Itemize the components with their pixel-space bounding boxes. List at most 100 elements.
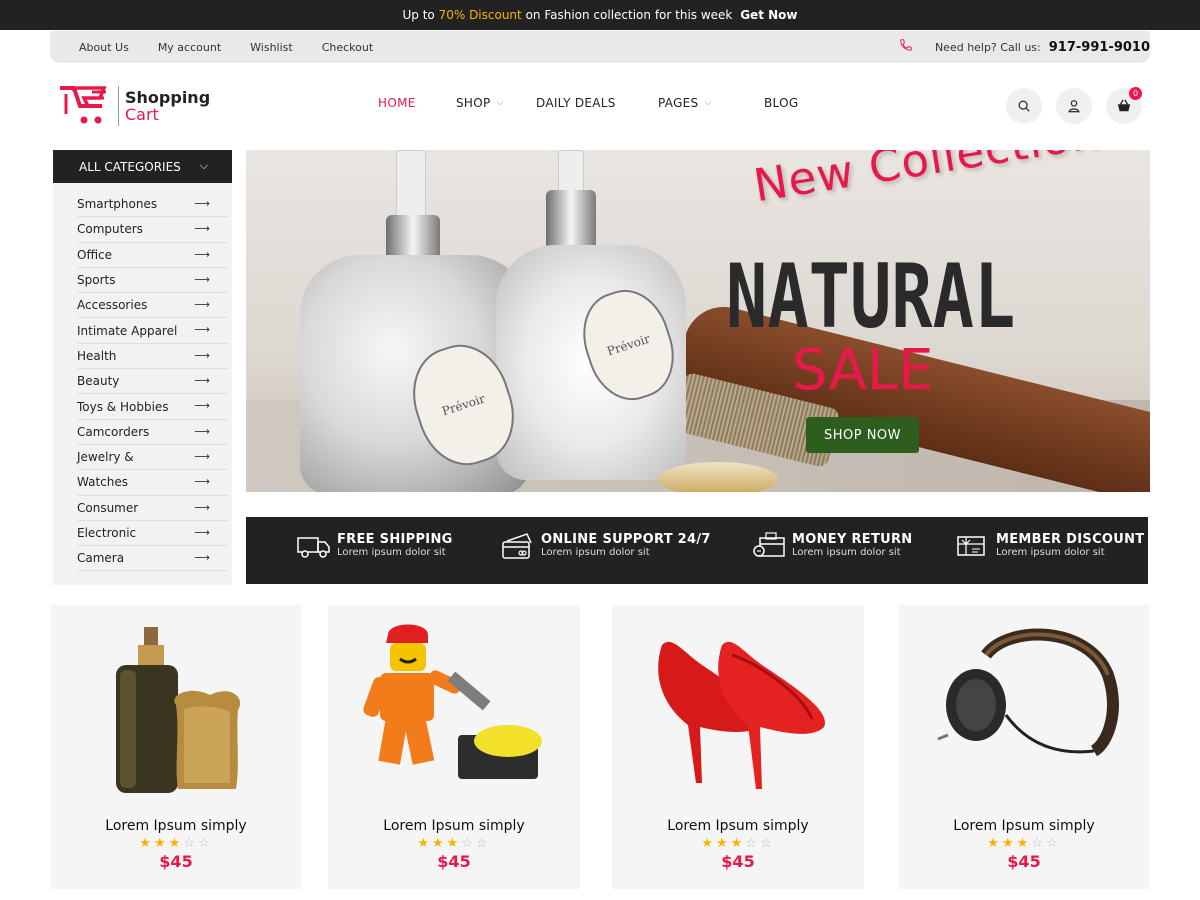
category-item[interactable]: Health ⟶ (77, 344, 228, 370)
category-item[interactable]: Jewelry & ⟶ (77, 445, 228, 471)
features-strip: FREE SHIPPING Lorem ipsum dolor sit ONLI… (246, 517, 1148, 584)
feature-title: MONEY RETURN (792, 532, 913, 547)
category-label: Toys & Hobbies (77, 399, 169, 414)
cart-button[interactable]: 0 (1106, 87, 1142, 124)
category-item[interactable]: Computers ⟶ (77, 217, 228, 243)
arrow-right-icon: ⟶ (194, 222, 210, 236)
product-rating: ★★★☆☆ (898, 836, 1150, 851)
wishlist-link[interactable]: Wishlist (250, 41, 293, 54)
category-item[interactable]: Camera ⟶ (77, 546, 228, 572)
logo[interactable]: Shopping Cart (58, 84, 210, 128)
category-item[interactable]: Electronic ⟶ (77, 521, 228, 547)
category-label: Beauty (77, 374, 120, 389)
chevron-down-icon: ⌵ (199, 159, 208, 172)
product-image-headphones (937, 628, 1119, 757)
product-price: $45 (437, 852, 471, 871)
nav-pages[interactable]: PAGES ⌵ (658, 96, 764, 110)
account-button[interactable] (1056, 88, 1092, 124)
nav-daily-deals[interactable]: DAILY DEALS (536, 96, 658, 110)
category-item[interactable]: Camcorders ⟶ (77, 420, 228, 445)
hero-pump-1 (396, 150, 426, 220)
category-item[interactable]: Accessories ⟶ (77, 293, 228, 319)
feature-subtitle: Lorem ipsum dolor sit (996, 547, 1105, 558)
categories-title: ALL CATEGORIES (79, 159, 181, 174)
product-image-toy (363, 624, 542, 779)
hero-headline-natural: NATURAL (726, 245, 1016, 348)
checkout-link[interactable]: Checkout (322, 41, 373, 54)
hero-jar (658, 462, 778, 492)
feature-free-shipping: FREE SHIPPING Lorem ipsum dolor sit (297, 532, 453, 560)
credit-card-icon (502, 533, 532, 559)
arrow-right-icon: ⟶ (194, 475, 210, 489)
nav-shop[interactable]: SHOP ⌵ (456, 96, 536, 110)
category-label: Intimate Apparel (77, 323, 178, 338)
star-filled-icon: ★★★ (139, 836, 184, 851)
product-card[interactable]: Lorem Ipsum simply ★★★☆☆ $45 (328, 605, 580, 889)
announcement-suffix: on Fashion collection for this week (521, 8, 737, 22)
category-label: Jewelry & (77, 450, 134, 465)
product-card[interactable]: Lorem Ipsum simply ★★★☆☆ $45 (898, 605, 1150, 889)
announcement-bar: Up to 70% Discount on Fashion collection… (0, 0, 1200, 30)
product-price: $45 (159, 852, 193, 871)
star-filled-icon: ★★★ (701, 836, 746, 851)
star-empty-icon: ☆☆ (745, 836, 775, 851)
nav-blog-label: BLOG (764, 96, 799, 110)
hero-pump-2 (558, 150, 584, 195)
nav-home-label: HOME (378, 96, 416, 110)
star-empty-icon: ☆☆ (461, 836, 491, 851)
hero-headline-new-collection: New Collection (750, 150, 1104, 213)
product-rating: ★★★☆☆ (328, 836, 580, 851)
category-label: Smartphones (77, 197, 158, 212)
product-card[interactable]: Lorem Ipsum simply ★★★☆☆ $45 (50, 605, 302, 889)
product-card[interactable]: Lorem Ipsum simply ★★★☆☆ $45 (612, 605, 864, 889)
category-item[interactable]: Watches ⟶ (77, 470, 228, 496)
help-label: Need help? Call us: (934, 40, 1041, 54)
product-price: $45 (721, 852, 755, 871)
user-icon (1068, 100, 1080, 113)
arrow-right-icon: ⟶ (194, 197, 210, 210)
announcement-highlight: 70% Discount (438, 8, 522, 22)
category-item[interactable]: Sports ⟶ (77, 268, 228, 294)
product-rating: ★★★☆☆ (612, 836, 864, 851)
arrow-right-icon: ⟶ (194, 374, 210, 388)
arrow-right-icon: ⟶ (194, 449, 210, 463)
chevron-down-icon: ⌵ (704, 98, 712, 108)
category-label: Camera (77, 551, 125, 566)
feature-title: ONLINE SUPPORT 24/7 (541, 532, 711, 547)
top-links: About Us My account Wishlist Checkout (50, 41, 402, 54)
gift-card-icon (957, 536, 985, 556)
help-contact: Need help? Call us: 917-991-9010 (899, 31, 1150, 63)
search-button[interactable] (1006, 88, 1042, 124)
category-label: Electronic (77, 526, 137, 540)
my-account-link[interactable]: My account (158, 41, 221, 54)
category-label: Sports (77, 273, 116, 288)
top-utility-bar: About Us My account Wishlist Checkout Ne… (50, 31, 1150, 63)
category-item[interactable]: Beauty ⟶ (77, 369, 228, 395)
nav-home[interactable]: HOME (378, 96, 456, 110)
arrow-right-icon: ⟶ (194, 399, 210, 413)
feature-subtitle: Lorem ipsum dolor sit (337, 547, 446, 558)
feature-title: MEMBER DISCOUNT (996, 532, 1145, 547)
category-item[interactable]: Intimate Apparel ⟶ (77, 318, 228, 344)
category-item[interactable]: Smartphones ⟶ (77, 192, 228, 218)
get-now-link[interactable]: Get Now (740, 8, 797, 22)
feature-online-support: ONLINE SUPPORT 24/7 Lorem ipsum dolor si… (501, 532, 711, 560)
category-item[interactable]: Consumer ⟶ (77, 496, 228, 521)
nav-pages-label: PAGES (658, 96, 699, 110)
announcement-prefix: Up to (402, 8, 439, 22)
arrow-right-icon: ⟶ (194, 424, 210, 438)
category-item[interactable]: Office ⟶ (77, 243, 228, 268)
hero-banner: Prévoir Prévoir New Collection NATURAL S… (246, 150, 1150, 492)
category-list: Smartphones ⟶ Computers ⟶ Office ⟶ Sports ⟶ Acce… (53, 183, 232, 585)
nav-shop-label: SHOP (456, 96, 491, 110)
about-us-link[interactable]: About Us (79, 41, 129, 54)
product-rating: ★★★☆☆ (50, 836, 302, 851)
feature-subtitle: Lorem ipsum dolor sit (792, 547, 901, 558)
product-price: $45 (1007, 852, 1041, 871)
all-categories-toggle[interactable]: ALL CATEGORIES ⌵ (53, 150, 232, 183)
phone-number[interactable]: 917-991-9010 (1049, 40, 1150, 55)
shop-now-button[interactable]: SHOP NOW (806, 417, 919, 453)
arrow-right-icon: ⟶ (194, 272, 210, 286)
category-item[interactable]: Toys & Hobbies ⟶ (77, 394, 228, 420)
nav-blog[interactable]: BLOG (764, 96, 798, 110)
